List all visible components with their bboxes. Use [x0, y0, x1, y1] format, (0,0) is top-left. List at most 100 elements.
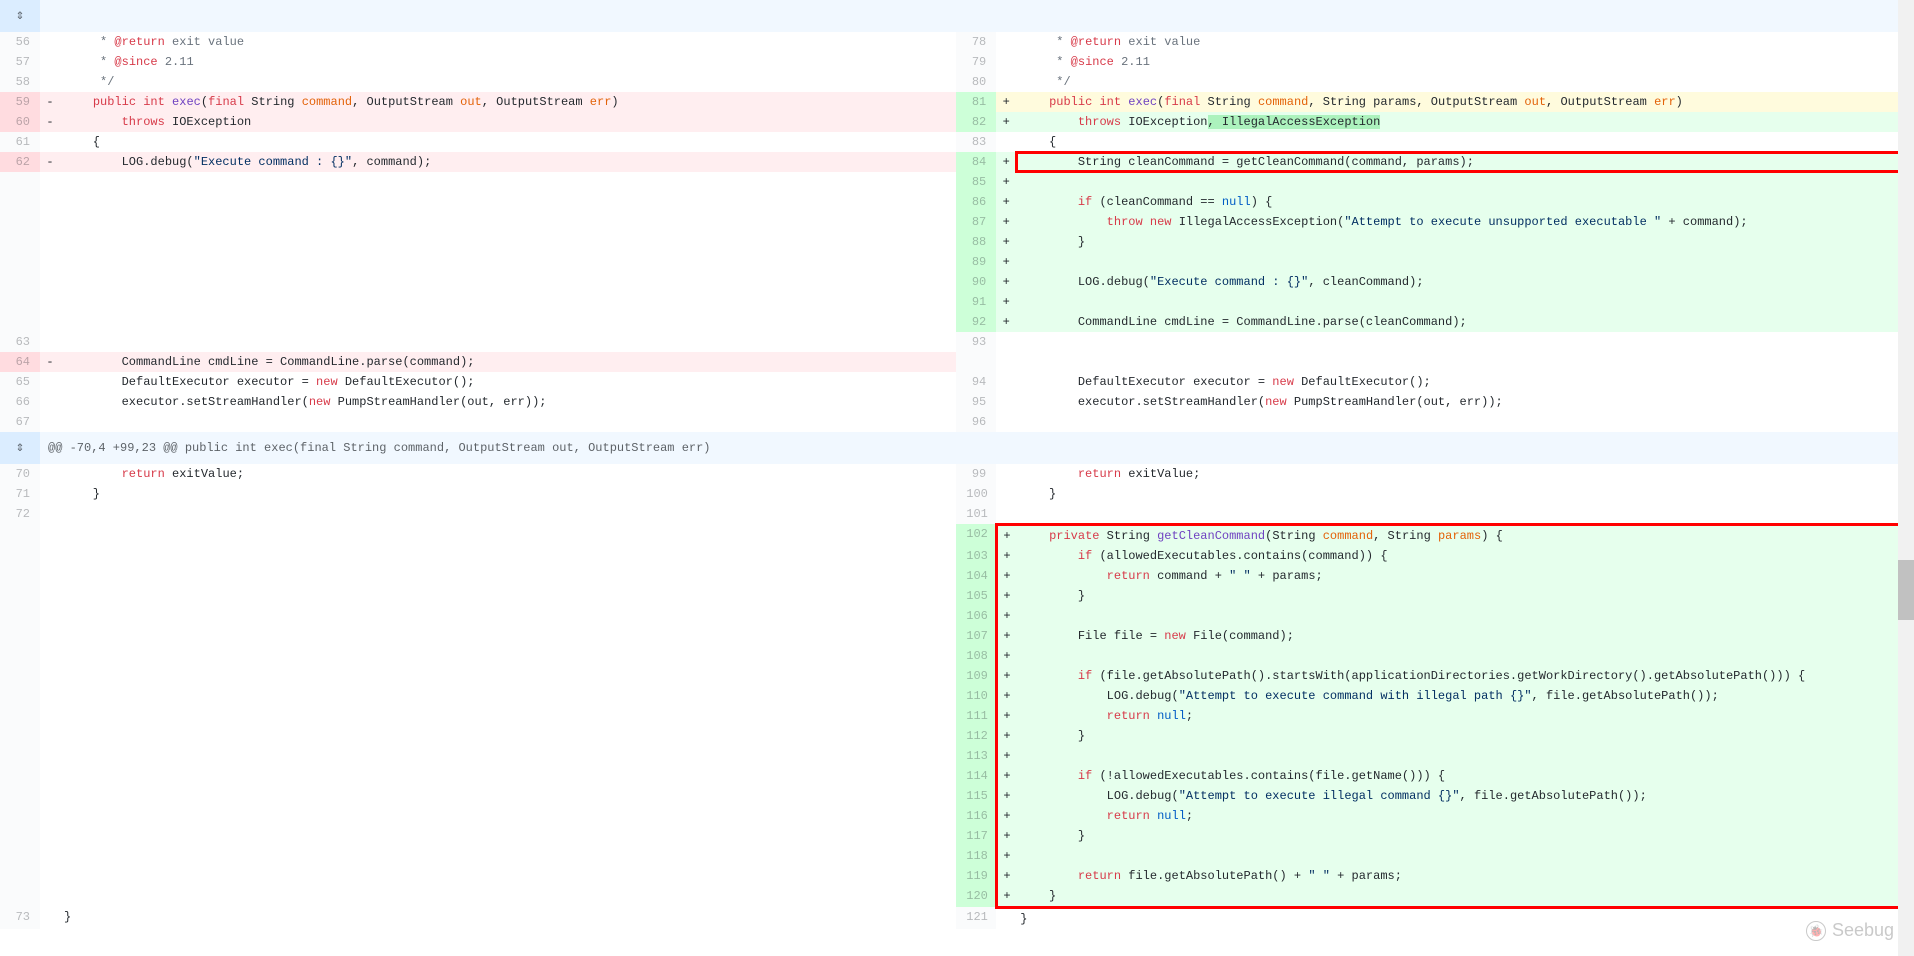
line-num-right[interactable]: 105: [956, 586, 996, 606]
code-right[interactable]: executor.setStreamHandler(new PumpStream…: [1016, 392, 1912, 412]
line-num-right[interactable]: 89: [956, 252, 996, 272]
line-num-right[interactable]: 107: [956, 626, 996, 646]
code-right[interactable]: DefaultExecutor executor = new DefaultEx…: [1016, 372, 1912, 392]
code-right[interactable]: [1016, 606, 1912, 626]
line-num-left[interactable]: 57: [0, 52, 40, 72]
scrollbar-thumb[interactable]: [1898, 560, 1914, 620]
code-right[interactable]: [1016, 172, 1912, 192]
code-right[interactable]: if (file.getAbsolutePath().startsWith(ap…: [1016, 666, 1912, 686]
scrollbar-track[interactable]: [1898, 0, 1914, 956]
code-left[interactable]: */: [60, 72, 956, 92]
code-right[interactable]: LOG.debug("Attempt to execute illegal co…: [1016, 786, 1912, 806]
line-num-right[interactable]: 88: [956, 232, 996, 252]
line-num-right[interactable]: 118: [956, 846, 996, 866]
line-num-left[interactable]: 61: [0, 132, 40, 152]
code-right[interactable]: * @since 2.11: [1016, 52, 1912, 72]
code-right[interactable]: [1016, 646, 1912, 666]
line-num-right[interactable]: 86: [956, 192, 996, 212]
code-left[interactable]: }: [60, 907, 956, 929]
line-num-right[interactable]: 94: [956, 372, 996, 392]
line-num-right[interactable]: 117: [956, 826, 996, 846]
line-num-right[interactable]: 83: [956, 132, 996, 152]
code-right[interactable]: private String getCleanCommand(String co…: [1016, 524, 1912, 546]
code-right[interactable]: [1016, 252, 1912, 272]
line-num-right[interactable]: 108: [956, 646, 996, 666]
code-left[interactable]: throws IOException: [60, 112, 956, 132]
line-num-right[interactable]: 103: [956, 546, 996, 566]
code-right[interactable]: }: [1016, 826, 1912, 846]
line-num-right[interactable]: 110: [956, 686, 996, 706]
code-right[interactable]: }: [1016, 907, 1912, 929]
line-num-right[interactable]: 115: [956, 786, 996, 806]
line-num-right[interactable]: 101: [956, 504, 996, 524]
line-num-right[interactable]: 95: [956, 392, 996, 412]
line-num-right[interactable]: 85: [956, 172, 996, 192]
code-left[interactable]: * @since 2.11: [60, 52, 956, 72]
code-right[interactable]: }: [1016, 484, 1912, 504]
code-right[interactable]: }: [1016, 726, 1912, 746]
line-num-left[interactable]: 63: [0, 332, 40, 352]
line-num-left[interactable]: 67: [0, 412, 40, 432]
line-num-right[interactable]: 111: [956, 706, 996, 726]
code-left[interactable]: LOG.debug("Execute command : {}", comman…: [60, 152, 956, 172]
line-num-right[interactable]: 102: [956, 524, 996, 546]
code-right[interactable]: [1016, 746, 1912, 766]
code-right[interactable]: if (!allowedExecutables.contains(file.ge…: [1016, 766, 1912, 786]
line-num-right[interactable]: 100: [956, 484, 996, 504]
code-right[interactable]: LOG.debug("Execute command : {}", cleanC…: [1016, 272, 1912, 292]
code-right[interactable]: [1016, 504, 1912, 524]
line-num-right[interactable]: 87: [956, 212, 996, 232]
line-num-right[interactable]: 120: [956, 886, 996, 908]
line-num-left[interactable]: 66: [0, 392, 40, 412]
code-right[interactable]: return null;: [1016, 706, 1912, 726]
line-num-right[interactable]: 114: [956, 766, 996, 786]
line-num-right[interactable]: 99: [956, 464, 996, 484]
code-left[interactable]: CommandLine cmdLine = CommandLine.parse(…: [60, 352, 956, 372]
line-num-right[interactable]: 121: [956, 907, 996, 929]
line-num-left[interactable]: 65: [0, 372, 40, 392]
line-num-right[interactable]: 104: [956, 566, 996, 586]
code-right[interactable]: * @return exit value: [1016, 32, 1912, 52]
code-right[interactable]: [1016, 292, 1912, 312]
code-right[interactable]: return null;: [1016, 806, 1912, 826]
line-num-right[interactable]: 79: [956, 52, 996, 72]
code-right[interactable]: return exitValue;: [1016, 464, 1912, 484]
line-num-left[interactable]: 72: [0, 504, 40, 524]
code-left[interactable]: public int exec(final String command, Ou…: [60, 92, 956, 112]
code-right[interactable]: if (allowedExecutables.contains(command)…: [1016, 546, 1912, 566]
expand-cell[interactable]: ⇕: [0, 0, 40, 32]
line-num-right[interactable]: 81: [956, 92, 996, 112]
code-right[interactable]: throws IOException, IllegalAccessExcepti…: [1016, 112, 1912, 132]
code-left[interactable]: [60, 504, 956, 524]
expand-cell[interactable]: ⇕: [0, 432, 40, 464]
code-right[interactable]: [1016, 332, 1912, 352]
line-num-left[interactable]: 64: [0, 352, 40, 372]
code-right[interactable]: File file = new File(command);: [1016, 626, 1912, 646]
line-num-left[interactable]: 59: [0, 92, 40, 112]
code-left[interactable]: * @return exit value: [60, 32, 956, 52]
code-left[interactable]: executor.setStreamHandler(new PumpStream…: [60, 392, 956, 412]
code-right-highlighted[interactable]: String cleanCommand = getCleanCommand(co…: [1016, 152, 1912, 172]
code-left[interactable]: DefaultExecutor executor = new DefaultEx…: [60, 372, 956, 392]
line-num-left[interactable]: 71: [0, 484, 40, 504]
line-num-right[interactable]: 109: [956, 666, 996, 686]
code-right[interactable]: CommandLine cmdLine = CommandLine.parse(…: [1016, 312, 1912, 332]
line-num-right[interactable]: 84: [956, 152, 996, 172]
code-left[interactable]: {: [60, 132, 956, 152]
code-left[interactable]: [60, 412, 956, 432]
code-right[interactable]: [1016, 846, 1912, 866]
line-num-right[interactable]: 112: [956, 726, 996, 746]
line-num-right[interactable]: 106: [956, 606, 996, 626]
code-right[interactable]: [1016, 412, 1912, 432]
code-right[interactable]: return command + " " + params;: [1016, 566, 1912, 586]
code-right[interactable]: }: [1016, 232, 1912, 252]
code-right[interactable]: throw new IllegalAccessException("Attemp…: [1016, 212, 1912, 232]
line-num-left[interactable]: 73: [0, 907, 40, 929]
line-num-left[interactable]: 56: [0, 32, 40, 52]
line-num-right[interactable]: 119: [956, 866, 996, 886]
code-right[interactable]: if (cleanCommand == null) {: [1016, 192, 1912, 212]
code-right[interactable]: {: [1016, 132, 1912, 152]
code-right[interactable]: LOG.debug("Attempt to execute command wi…: [1016, 686, 1912, 706]
line-num-left[interactable]: 60: [0, 112, 40, 132]
line-num-left[interactable]: 62: [0, 152, 40, 172]
